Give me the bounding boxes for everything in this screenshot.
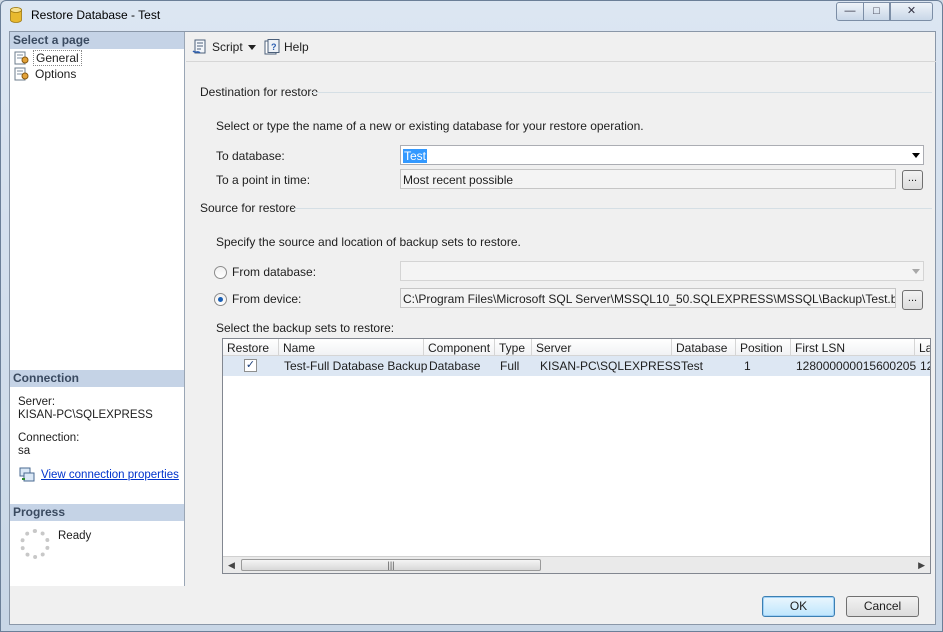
point-in-time-browse-button[interactable]: ... (902, 170, 923, 190)
from-database-label[interactable]: From database: (232, 265, 316, 279)
column-header-server[interactable]: Server (532, 339, 672, 356)
restore-database-window: Restore Database - Test — □ ✕ Select a p… (0, 0, 943, 632)
page-settings-icon (14, 67, 29, 81)
window-title: Restore Database - Test (31, 8, 161, 22)
toolbar: Script ? Help (186, 32, 936, 62)
from-device-radio[interactable] (214, 293, 227, 306)
server-value: KISAN-PC\SQLEXPRESS (18, 409, 153, 421)
scroll-left-icon[interactable]: ◀ (228, 560, 235, 571)
ok-button[interactable]: OK (762, 596, 835, 617)
column-header-restore[interactable]: Restore (223, 339, 279, 356)
progress-status: Ready (58, 530, 92, 542)
maximize-icon: □ (873, 5, 880, 17)
backup-sets-grid[interactable]: Restore Name Component Type Server Datab… (222, 338, 931, 574)
scroll-right-icon[interactable]: ▶ (918, 560, 925, 571)
minimize-icon: — (844, 5, 856, 17)
from-database-combobox[interactable] (400, 261, 924, 281)
cell-type: Full (500, 359, 520, 373)
close-icon: ✕ (906, 5, 917, 17)
source-group-title: Source for restore (200, 201, 297, 215)
script-icon (192, 39, 206, 54)
page-item-options[interactable]: Options (14, 66, 78, 82)
grid-header: Restore Name Component Type Server Datab… (223, 339, 930, 356)
destination-group-title: Destination for restore (200, 85, 319, 99)
chevron-down-icon[interactable] (912, 269, 920, 274)
from-device-label[interactable]: From device: (232, 292, 301, 306)
dialog-body: Select a page General Options Connection (9, 31, 936, 625)
point-in-time-field: Most recent possible (400, 169, 896, 189)
svg-text:?: ? (271, 42, 277, 52)
connection-properties-icon (19, 467, 35, 482)
column-header-position[interactable]: Position (736, 339, 791, 356)
help-icon: ? (264, 39, 280, 55)
left-pane: Select a page General Options Connection (10, 32, 185, 586)
script-label: Script (212, 40, 243, 54)
help-label: Help (284, 40, 309, 54)
cell-name: Test-Full Database Backup (284, 359, 428, 373)
progress-header: Progress (10, 504, 184, 521)
restore-checkbox[interactable]: ✓ (244, 359, 257, 372)
title-bar[interactable]: Restore Database - Test — □ ✕ (1, 1, 942, 30)
column-header-type[interactable]: Type (495, 339, 532, 356)
column-header-first-lsn[interactable]: First LSN (791, 339, 915, 356)
from-database-radio[interactable] (214, 266, 227, 279)
server-label: Server: (18, 396, 56, 408)
chevron-down-icon (248, 45, 256, 50)
destination-description: Select or type the name of a new or exis… (216, 119, 644, 133)
connection-header: Connection (10, 370, 184, 387)
cell-last-lsn: 12 (920, 359, 930, 373)
database-icon (10, 7, 22, 23)
group-divider (294, 208, 932, 209)
chevron-down-icon[interactable] (912, 153, 920, 158)
progress-spinner-icon (20, 529, 50, 559)
page-item-label: General (33, 50, 82, 66)
connection-value: sa (18, 445, 31, 457)
cell-position: 1 (744, 359, 751, 373)
right-pane: Script ? Help Destination for restore Se (186, 32, 936, 586)
scroll-thumb[interactable]: ||| (241, 559, 541, 571)
connection-label: Connection: (18, 432, 80, 444)
script-button[interactable]: Script (192, 39, 243, 55)
page-settings-icon (14, 51, 29, 65)
group-divider (312, 92, 932, 93)
page-item-label: Options (35, 67, 77, 81)
column-header-component[interactable]: Component (424, 339, 495, 356)
cell-component: Database (429, 359, 481, 373)
to-database-combobox[interactable]: Test (400, 145, 924, 165)
view-connection-properties-link[interactable]: View connection properties (41, 469, 179, 481)
cell-first-lsn: 128000000015600205 (796, 359, 917, 373)
page-item-general[interactable]: General (14, 50, 82, 66)
column-header-database[interactable]: Database (672, 339, 736, 356)
column-header-last-lsn[interactable]: La (915, 339, 930, 356)
horizontal-scrollbar[interactable]: ◀ ||| ▶ (223, 556, 930, 573)
point-in-time-label: To a point in time: (216, 173, 311, 187)
minimize-button[interactable]: — (836, 2, 864, 21)
table-row[interactable]: ✓ Test-Full Database Backup Database Ful… (223, 356, 930, 376)
from-device-browse-button[interactable]: ... (902, 290, 923, 310)
cell-server: KISAN-PC\SQLEXPRESS (540, 359, 681, 373)
column-header-name[interactable]: Name (279, 339, 424, 356)
to-database-label: To database: (216, 149, 285, 163)
source-description: Specify the source and location of backu… (216, 235, 521, 249)
maximize-button[interactable]: □ (863, 2, 890, 21)
script-dropdown-button[interactable] (248, 45, 256, 50)
cancel-button[interactable]: Cancel (846, 596, 919, 617)
cell-database: Test (681, 359, 704, 373)
close-button[interactable]: ✕ (890, 2, 933, 21)
backup-sets-label: Select the backup sets to restore: (216, 321, 395, 335)
from-device-path-field: C:\Program Files\Microsoft SQL Server\MS… (400, 288, 896, 308)
select-page-header: Select a page (10, 32, 184, 49)
to-database-value: Test (403, 149, 428, 163)
help-button[interactable]: ? Help (264, 39, 309, 55)
